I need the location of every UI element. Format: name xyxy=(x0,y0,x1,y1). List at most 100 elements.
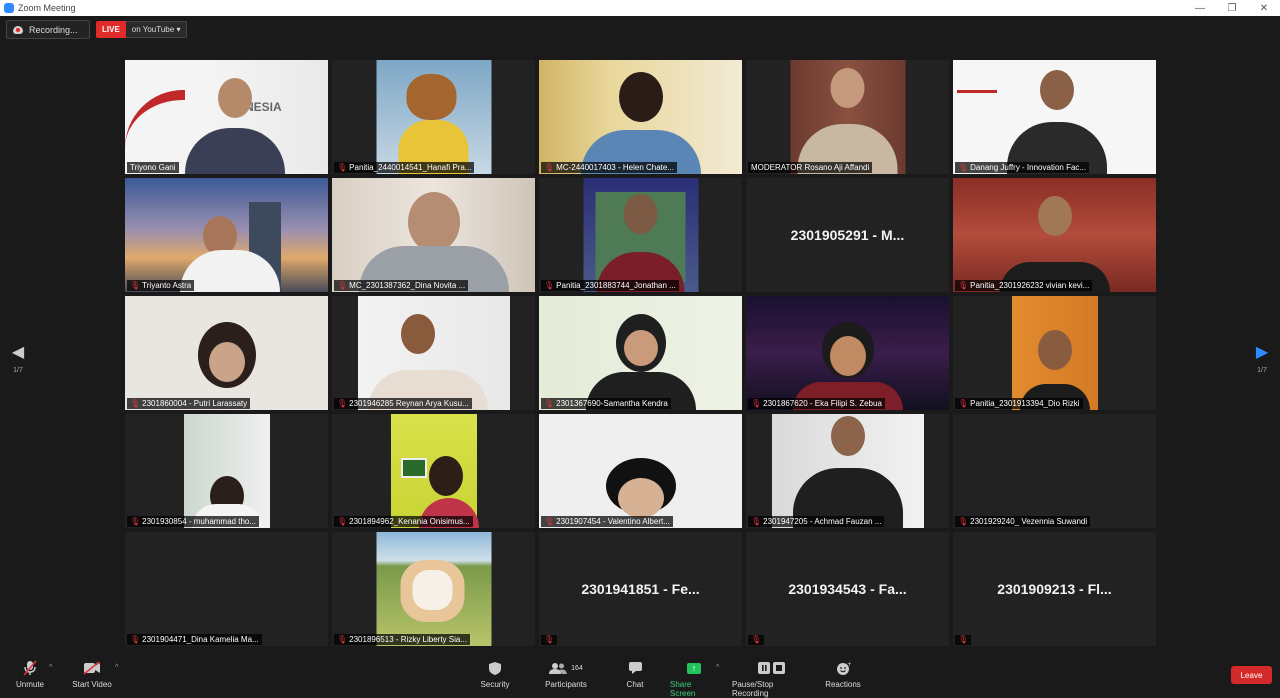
window-title: Zoom Meeting xyxy=(18,3,76,13)
participants-button[interactable]: 164 Participants xyxy=(543,660,589,689)
share-options-caret[interactable]: ^ xyxy=(716,664,719,671)
participant-name-placeholder: 2301934543 - Fa... xyxy=(788,581,907,597)
maximize-button[interactable]: ❐ xyxy=(1216,0,1248,16)
participant-video xyxy=(332,178,535,292)
chat-icon xyxy=(628,660,643,676)
mic-muted-icon: 🎙 xyxy=(958,398,969,408)
participant-tile[interactable]: 🎙 2301904471_Dina Kamelia Ma... xyxy=(125,532,328,646)
participant-tile[interactable]: 🎙 Danang Juffry - Innovation Fac... xyxy=(953,60,1156,174)
participant-tile[interactable]: 2301905291 - M... xyxy=(746,178,949,292)
audio-options-caret[interactable]: ^ xyxy=(49,664,52,671)
participant-tile[interactable]: 2301941851 - Fe... 🎙 xyxy=(539,532,742,646)
participant-tile[interactable]: 🎙 2301929240_ Vezennia Suwandi xyxy=(953,414,1156,528)
participant-name: 2301896513 - Rizky Liberty Sia... xyxy=(349,635,467,644)
participant-tile-active-speaker[interactable]: 🎙 MC-2440017403 - Helen Chate... xyxy=(539,60,742,174)
start-video-button[interactable]: Start Video xyxy=(70,660,114,689)
mic-muted-icon: 🎙 xyxy=(337,162,348,172)
mic-muted-icon: 🎙 xyxy=(544,516,555,526)
participant-tile[interactable]: 🎙 2301930854 - muhammad tho... xyxy=(125,414,328,528)
participant-tile[interactable]: 🎙 2301867620 - Eka Filipi S. Zebua xyxy=(746,296,949,410)
participant-nameplate: 🎙 2301896513 - Rizky Liberty Sia... xyxy=(334,634,470,645)
participant-tile[interactable]: 2301909213 - Fl... 🎙 xyxy=(953,532,1156,646)
participant-tile[interactable]: 🎙 Panitia_2301883744_Jonathan ... xyxy=(539,178,742,292)
participant-nameplate: Triyono Gani xyxy=(127,162,179,173)
participant-name: Panitia_2301926232 vivian kevi... xyxy=(970,281,1090,290)
close-button[interactable]: ✕ xyxy=(1248,0,1280,16)
participant-tile[interactable]: 2301934543 - Fa... 🎙 xyxy=(746,532,949,646)
participant-video xyxy=(539,414,742,528)
participant-tile[interactable]: 🎙 Triyanto Astra xyxy=(125,178,328,292)
participant-tile[interactable]: 🎙 2301947205 - Achmad Fauzan ... xyxy=(746,414,949,528)
participant-nameplate: 🎙 xyxy=(955,635,972,645)
share-screen-label: Share Screen xyxy=(670,680,696,698)
share-screen-button[interactable]: ↑ Share Screen xyxy=(670,660,718,698)
participant-video xyxy=(125,296,328,410)
participant-video xyxy=(539,296,742,410)
participant-tile[interactable]: 🎙 Panitia_2440014541_Hanafi Pra... xyxy=(332,60,535,174)
participant-tile[interactable]: 🎙 2301896513 - Rizky Liberty Sia... xyxy=(332,532,535,646)
mic-muted-icon: 🎙 xyxy=(958,635,969,644)
participant-video xyxy=(746,296,949,410)
mic-muted-icon: 🎙 xyxy=(337,634,348,644)
participant-tile[interactable]: 🎙 2301860004 - Putri Larassaty xyxy=(125,296,328,410)
participant-nameplate: 🎙 2301930854 - muhammad tho... xyxy=(127,516,260,527)
participant-tile[interactable]: 🎙 2301894962_Kenania Onisimus... xyxy=(332,414,535,528)
participant-name: Panitia_2301913394_Dio Rizki xyxy=(970,399,1080,408)
mic-muted-icon: 🎙 xyxy=(958,280,969,290)
zoom-app-icon xyxy=(4,3,14,13)
video-options-caret[interactable]: ^ xyxy=(115,664,118,671)
participant-nameplate: MODERATOR Rosano Aji Affandi xyxy=(748,162,873,173)
participant-tile[interactable]: MODERATOR Rosano Aji Affandi xyxy=(746,60,949,174)
unmute-button[interactable]: Unmute xyxy=(14,660,46,689)
leave-meeting-button[interactable]: Leave xyxy=(1231,666,1272,684)
security-button[interactable]: Security xyxy=(478,660,512,689)
participant-nameplate: 🎙 Danang Juffry - Innovation Fac... xyxy=(955,162,1090,173)
participant-nameplate: 🎙 Triyanto Astra xyxy=(127,280,195,291)
page-indicator-left: 1/7 xyxy=(13,367,23,374)
participant-name: Danang Juffry - Innovation Fac... xyxy=(970,163,1087,172)
pause-stop-recording-label: Pause/Stop Recording xyxy=(732,680,774,698)
participant-nameplate: 🎙 2301904471_Dina Kamelia Ma... xyxy=(127,634,262,645)
participant-video xyxy=(953,60,1156,174)
security-label: Security xyxy=(480,680,510,689)
participant-tile[interactable]: 🎙 Panitia_2301913394_Dio Rizki xyxy=(953,296,1156,410)
chat-button[interactable]: Chat xyxy=(624,660,646,689)
participant-nameplate: 🎙 2301860004 - Putri Larassaty xyxy=(127,398,251,409)
meeting-toolbar: Unmute ^ Start Video ^ Security 164 Part… xyxy=(0,656,1280,698)
participant-name: 2301930854 - muhammad tho... xyxy=(142,517,257,526)
cloud-recording-icon xyxy=(13,25,23,34)
start-video-label: Start Video xyxy=(72,680,112,689)
svg-text:+: + xyxy=(847,661,851,668)
participant-tile[interactable]: 🎙 MC_2301387362_Dina Novita ... xyxy=(332,178,535,292)
participant-tile[interactable]: 🎙 2301367690-Samantha Kendra xyxy=(539,296,742,410)
participant-name: Panitia_2301883744_Jonathan ... xyxy=(556,281,676,290)
live-target-label: on YouTube xyxy=(131,25,175,34)
participant-nameplate: 🎙 MC_2301387362_Dina Novita ... xyxy=(334,280,469,291)
participant-video: NESIA xyxy=(125,60,328,174)
live-stream-indicator[interactable]: LIVE on YouTube ▾ xyxy=(96,21,188,38)
previous-page-button[interactable]: ◀ 1/7 xyxy=(6,345,30,375)
participant-tile[interactable]: 🎙 Panitia_2301926232 vivian kevi... xyxy=(953,178,1156,292)
mic-muted-icon: 🎙 xyxy=(337,516,348,526)
recording-indicator[interactable]: Recording... xyxy=(6,20,90,39)
next-page-button[interactable]: ▶ 1/7 xyxy=(1250,345,1274,375)
mic-muted-icon: 🎙 xyxy=(337,398,348,408)
participant-nameplate: 🎙 Panitia_2301913394_Dio Rizki xyxy=(955,398,1083,409)
participant-tile[interactable]: NESIA Triyono Gani xyxy=(125,60,328,174)
pause-stop-recording-button[interactable]: Pause/Stop Recording xyxy=(732,660,812,698)
participant-video xyxy=(953,178,1156,292)
reactions-button[interactable]: + Reactions xyxy=(825,660,861,690)
participant-nameplate: 🎙 2301947205 - Achmad Fauzan ... xyxy=(748,516,885,527)
participant-name: Triyono Gani xyxy=(130,163,176,172)
participant-tile[interactable]: 🎙 2301907454 - Valentino Albert... xyxy=(539,414,742,528)
participant-video xyxy=(790,60,905,174)
meeting-status-row: Recording... LIVE on YouTube ▾ xyxy=(6,20,188,39)
participant-nameplate: 🎙 2301907454 - Valentino Albert... xyxy=(541,516,673,527)
minimize-button[interactable]: — xyxy=(1184,0,1216,16)
live-target-dropdown[interactable]: on YouTube ▾ xyxy=(125,21,188,38)
mic-off-icon xyxy=(23,660,37,676)
participant-tile[interactable]: 🎙 2301946285 Reynan Arya Kusu... xyxy=(332,296,535,410)
shield-icon xyxy=(488,660,502,676)
participant-name: 2301904471_Dina Kamelia Ma... xyxy=(142,635,259,644)
mic-muted-icon: 🎙 xyxy=(958,516,969,526)
